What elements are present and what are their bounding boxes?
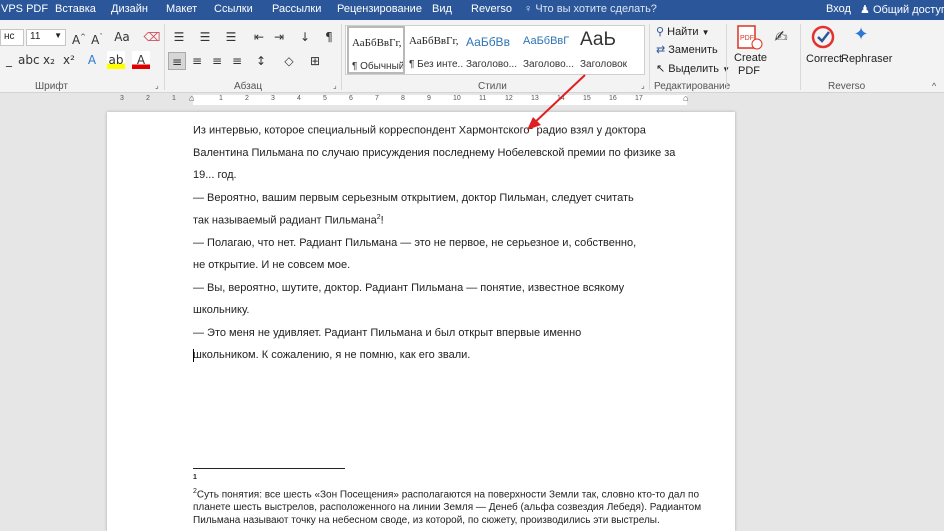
annotation-arrow xyxy=(527,74,586,130)
arrow-line xyxy=(531,74,586,126)
